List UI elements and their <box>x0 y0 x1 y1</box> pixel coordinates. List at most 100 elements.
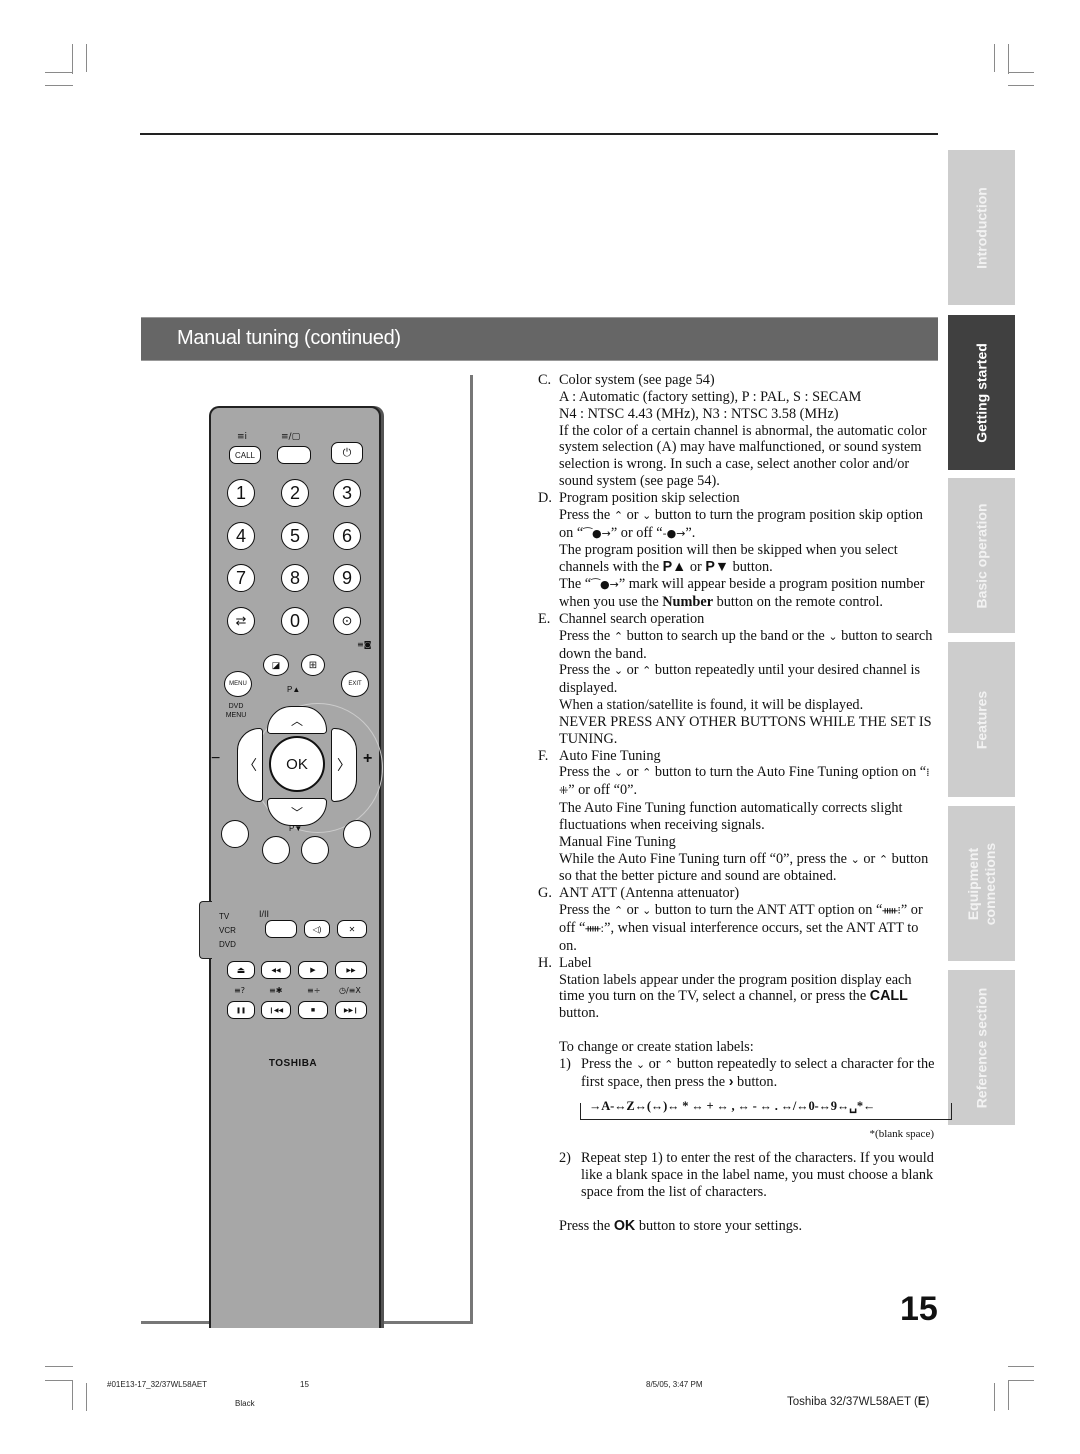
dual-label: I/II <box>259 909 270 919</box>
instructions-column: C. Color system (see page 54) A : Automa… <box>538 372 952 1235</box>
crop-mark <box>994 44 995 72</box>
paragraph: Press the ⌄ or ⌃ button repeatedly until… <box>559 662 938 697</box>
pause-icon: ❚❚ <box>235 1007 247 1014</box>
exit-button: EXIT <box>341 671 369 697</box>
text: or <box>686 559 706 576</box>
tab-basic-operation[interactable]: Basic operation <box>948 478 1015 633</box>
hold-icon: ≡✱ <box>269 986 283 995</box>
number-button-4: 4 <box>227 522 255 550</box>
call-button-ref: CALL <box>869 988 908 1005</box>
text: button on the remote control. <box>713 593 883 610</box>
timer-icon: ◷/≡X <box>339 986 361 995</box>
up-button-icon: ⌃ <box>878 852 889 866</box>
mute-icon: ✕ <box>348 924 356 934</box>
header-rule <box>140 133 938 135</box>
character-sequence-diagram: →A-↔Z↔(↔)↔ * ↔ + ↔ , ↔ - ↔ . ↔/↔0-↔9↔␣*← <box>580 1099 952 1120</box>
item-title: ANT ATT (Antenna attenuator) <box>559 885 740 902</box>
down-button-icon: ⌄ <box>642 508 652 522</box>
pause-button: ❚❚ <box>227 1001 255 1019</box>
blue-button <box>343 820 371 848</box>
tab-label: Basic operation <box>973 502 989 609</box>
illustration-frame-right <box>470 375 473 1323</box>
tab-features[interactable]: Features <box>948 642 1015 797</box>
text: button to turn the ANT ATT option on “ <box>651 902 883 919</box>
item-marker: G. <box>538 885 552 902</box>
section-e: E. Channel search operation Press the ⌃ … <box>538 611 938 748</box>
left-arrow-icon: 〈 <box>243 757 257 773</box>
crop-mark <box>72 1380 73 1410</box>
previous-icon: ❙◀◀ <box>268 1007 284 1014</box>
number-button-7: 7 <box>227 564 255 592</box>
text: button. <box>733 1073 778 1090</box>
text: ) <box>925 1396 930 1408</box>
up-button-icon: ⌃ <box>664 1057 674 1071</box>
fast-forward-button: ▶▶ <box>335 961 367 979</box>
text: Press the <box>559 506 614 523</box>
p-down-label: P▼ <box>289 824 303 833</box>
yellow-button <box>301 836 329 864</box>
text: or <box>645 1055 665 1072</box>
tab-getting-started[interactable]: Getting started <box>948 315 1015 470</box>
text: or <box>623 902 643 919</box>
item-marker: D. <box>538 489 552 506</box>
number-button-8: 8 <box>281 564 309 592</box>
item-marker: F. <box>538 747 549 764</box>
down-button-icon: ⌄ <box>828 629 838 643</box>
crop-mark <box>1008 44 1009 74</box>
number-button-3: 3 <box>333 479 361 507</box>
stop-icon: ■ <box>310 1006 316 1014</box>
ant-att-on-icon: ᚔ⁝ <box>882 904 901 918</box>
picture-size-button: ⊞ <box>301 654 325 676</box>
number-button-2: 2 <box>281 479 309 507</box>
down-button-icon: ⌄ <box>613 766 624 780</box>
stop-button: ■ <box>298 1001 328 1019</box>
tab-label-line: connections <box>981 842 998 925</box>
previous-button: ❙◀◀ <box>261 1001 291 1019</box>
step-marker: 2) <box>559 1150 571 1167</box>
menu-button: MENU <box>224 671 252 697</box>
tab-label: Equipment connections <box>965 842 999 924</box>
eject-icon: ⏏ <box>236 964 246 975</box>
input-icon: ⊙ <box>341 613 353 628</box>
number-button-1: 1 <box>227 479 255 507</box>
subheading: Manual Fine Tuning <box>559 833 676 850</box>
text: Press the <box>559 627 614 644</box>
tab-label: Introduction <box>973 186 989 269</box>
tab-equipment-connections[interactable]: Equipment connections <box>948 806 1015 961</box>
right-arrow-icon: 〉 <box>337 757 351 773</box>
paragraph: The program position will then be skippe… <box>559 542 938 576</box>
swap-button: ⇄ <box>227 607 255 635</box>
label-steps: To change or create station labels: 1) P… <box>538 1039 938 1091</box>
play-button: ▶ <box>298 961 328 979</box>
ok-button-ref: OK <box>613 1217 636 1234</box>
footer-file: #01E13-17_32/37WL58AET <box>107 1380 208 1389</box>
up-button-icon: ⌃ <box>642 664 652 678</box>
swap-icon: ⇄ <box>235 613 247 628</box>
crop-mark <box>72 44 73 74</box>
item-title: Program position skip selection <box>559 489 740 506</box>
sound-button: ◁) <box>304 920 330 938</box>
down-button-icon: ⌄ <box>613 664 624 678</box>
text: Station labels appear under the program … <box>559 971 912 1005</box>
text: ” or off “0”. <box>568 782 638 799</box>
next-icon: ▶▶❙ <box>343 1007 359 1014</box>
left-button: 〈 <box>237 728 263 802</box>
dual-button <box>265 920 297 938</box>
page-number: 15 <box>900 1290 938 1328</box>
mute-button: ✕ <box>337 920 367 938</box>
size-icon: ≡÷ <box>307 986 321 995</box>
text: ”, when visual interference occurs, set … <box>559 920 919 954</box>
skip-off-icon: -●→ <box>662 526 686 540</box>
text: Press the <box>559 902 614 919</box>
crop-mark <box>86 1383 87 1411</box>
paragraph: A : Automatic (factory setting), P : PAL… <box>559 388 862 405</box>
footer-timestamp: 8/5/05, 3:47 PM <box>646 1380 703 1389</box>
tab-reference-section[interactable]: Reference section <box>948 970 1015 1125</box>
info-icon: ≡i <box>237 432 248 442</box>
section-title: Manual tuning (continued) <box>177 327 401 349</box>
crop-mark <box>1008 72 1034 73</box>
p-up-button-ref: P▲ <box>662 559 687 576</box>
number-button-0: 0 <box>281 607 309 635</box>
down-button-icon: ⌄ <box>850 852 860 866</box>
tab-introduction[interactable]: Introduction <box>948 150 1015 305</box>
